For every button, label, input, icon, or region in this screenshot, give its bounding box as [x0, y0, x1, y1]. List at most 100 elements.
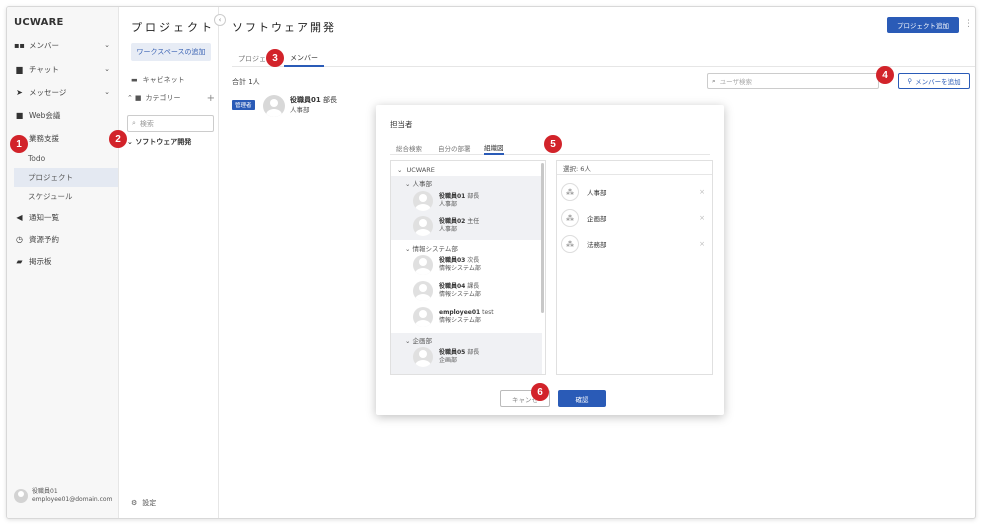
nav-sub-schedule[interactable]: スケジュール: [14, 187, 118, 206]
org-group-header[interactable]: ⌄ 人事部: [405, 178, 432, 188]
page-title: ソフトウェア開発: [232, 21, 336, 34]
user-name: 役職員04: [439, 282, 466, 290]
cabinet-label: キャビネット: [142, 76, 185, 84]
remove-icon[interactable]: ×: [699, 188, 705, 196]
step-marker: 4: [876, 66, 894, 84]
org-group: ⌄ 企画部 役職員05 部長 企画部: [391, 333, 542, 374]
add-category-icon[interactable]: +: [207, 93, 215, 104]
member-total: 合計 1人: [232, 78, 260, 86]
nav-item-notifications[interactable]: ◀ 通知一覧: [14, 207, 114, 227]
scrollbar[interactable]: [541, 163, 544, 313]
selected-item: ⁂ 企画部 ×: [561, 207, 709, 229]
tab-project[interactable]: プロジェ: [238, 51, 266, 67]
avatar: [413, 191, 433, 211]
more-menu-icon[interactable]: ⋮: [964, 19, 973, 29]
user-name: 役職員03: [439, 256, 466, 264]
member-title: 部長: [322, 96, 337, 104]
nav-item-resource[interactable]: ◷ 資源予約: [14, 229, 114, 249]
nav-label: 掲示板: [29, 256, 52, 266]
nav-label: 通知一覧: [29, 212, 59, 222]
list-item[interactable]: 役職員05 部長 企画部: [413, 347, 479, 367]
add-member-button[interactable]: ⚲ メンバーを追加: [898, 73, 970, 89]
current-user[interactable]: 役職員01 employee01@domain.com: [14, 488, 112, 504]
collapse-panel-button[interactable]: ‹: [214, 14, 226, 26]
user-dept: 人事部: [439, 201, 458, 208]
org-group: ⌄ 人事部 役職員01 部長 人事部 役職員02 主任 人事部: [391, 176, 542, 240]
org-tree: ⌄ UCWARE ⌄ 人事部 役職員01 部長 人事部 役職員02 主任 人事部 ⌄…: [390, 160, 546, 375]
org-user-text: 役職員05 部長 企画部: [439, 349, 479, 365]
settings-button[interactable]: ⚙ 設定: [131, 498, 156, 508]
user-dept: 人事部: [439, 226, 458, 233]
add-workspace-button[interactable]: ワークスペースの追加: [131, 43, 211, 61]
tab-my-department[interactable]: 自分の部署: [438, 141, 471, 155]
list-item[interactable]: 役職員02 主任 人事部: [413, 216, 479, 236]
tab-org-chart[interactable]: 組織図: [484, 141, 504, 155]
user-title: test: [482, 308, 494, 316]
category-search-input[interactable]: ⌕ 検索: [127, 115, 214, 132]
org-group-header[interactable]: ⌄ 情報システム部: [405, 243, 458, 253]
nav-item-work-support[interactable]: ▪ 業務支援: [14, 128, 114, 148]
nav-sub-project[interactable]: プロジェクト: [14, 168, 118, 187]
user-title: 部長: [467, 348, 480, 356]
nav-item-board[interactable]: ▰ 掲示板: [14, 251, 114, 271]
gear-icon: ⚙: [131, 499, 138, 507]
chevron-down-icon: ⌄: [104, 41, 110, 49]
org-user-text: employee01 test 情報システム部: [439, 309, 494, 325]
user-name: 役職員01: [32, 488, 58, 496]
send-icon: ➤: [16, 87, 23, 97]
nav-item-web-meeting[interactable]: ■ Web会議: [14, 105, 114, 125]
nav-label: メッセージ: [29, 87, 67, 97]
nav-sub-label: Todo: [28, 154, 46, 163]
chevron-down-icon: ⌄: [405, 337, 413, 345]
remove-icon[interactable]: ×: [699, 214, 705, 222]
list-item[interactable]: 役職員03 次長 情報システム部: [413, 255, 481, 275]
confirm-button[interactable]: 確認: [558, 390, 606, 407]
add-project-button[interactable]: プロジェクト追加: [887, 17, 959, 33]
org-root[interactable]: ⌄ UCWARE: [391, 164, 542, 176]
user-name: 役職員01: [439, 192, 466, 200]
tab-general-search[interactable]: 総合検索: [396, 141, 422, 155]
user-name: 役職員05: [439, 348, 466, 356]
list-item[interactable]: employee01 test 情報システム部: [413, 307, 494, 327]
user-dept: 情報システム部: [439, 317, 481, 324]
category-item[interactable]: ⌃ ■ カテゴリー +: [127, 93, 215, 104]
user-text: 役職員01 employee01@domain.com: [32, 488, 112, 504]
avatar: [413, 281, 433, 301]
cabinet-item[interactable]: ▬ キャビネット: [131, 75, 185, 85]
org-group-header[interactable]: ⌄ 企画部: [405, 335, 432, 345]
chevron-down-icon: ⌄: [397, 166, 403, 174]
app-window: UCWARE ▪▪ メンバー ⌄ ▆ チャット ⌄ ➤ メッセージ ⌄ ■ We…: [6, 6, 976, 519]
member-dept: 人事部: [290, 105, 310, 114]
user-search-input[interactable]: ⌕ ユーザ検索: [707, 73, 879, 89]
user-email: employee01@domain.com: [32, 496, 113, 504]
board-icon: ▰: [16, 256, 23, 266]
user-name: 役職員02: [439, 217, 466, 225]
org-group-label: 人事部: [412, 180, 433, 188]
nav-label: メンバー: [29, 40, 59, 50]
org-root-label: UCWARE: [406, 166, 435, 174]
avatar: [413, 216, 433, 236]
nav-sub-label: スケジュール: [28, 192, 73, 201]
remove-icon[interactable]: ×: [699, 240, 705, 248]
nav-item-members[interactable]: ▪▪ メンバー ⌄: [14, 35, 114, 55]
search-placeholder: 検索: [139, 119, 154, 128]
step-marker: 2: [109, 130, 127, 148]
tree-root-item[interactable]: ⌄ ソフトウェア開発: [127, 137, 191, 147]
list-item[interactable]: 役職員04 課長 情報システム部: [413, 281, 481, 301]
user-name: employee01: [439, 308, 481, 316]
user-title: 次長: [467, 256, 480, 264]
org-group: ⌄ 情報システム部 役職員03 次長 情報システム部 役職員04 課長 情報システム…: [391, 241, 542, 333]
step-marker: 3: [266, 49, 284, 67]
nav-sub-todo[interactable]: Todo: [14, 149, 118, 168]
add-member-label: メンバーを追加: [915, 78, 961, 86]
nav-item-chat[interactable]: ▆ チャット ⌄: [14, 59, 114, 79]
tab-members[interactable]: メンバー: [284, 51, 324, 67]
user-title: 部長: [467, 192, 480, 200]
org-user-text: 役職員04 課長 情報システム部: [439, 283, 481, 299]
list-item[interactable]: 役職員01 部長人事部: [413, 191, 479, 211]
member-name: 役職員01: [290, 96, 321, 104]
nav-item-message[interactable]: ➤ メッセージ ⌄: [14, 82, 114, 102]
selected-label: 企画部: [587, 215, 607, 223]
chevron-down-icon: ⌄: [405, 180, 413, 188]
avatar: [413, 347, 433, 367]
